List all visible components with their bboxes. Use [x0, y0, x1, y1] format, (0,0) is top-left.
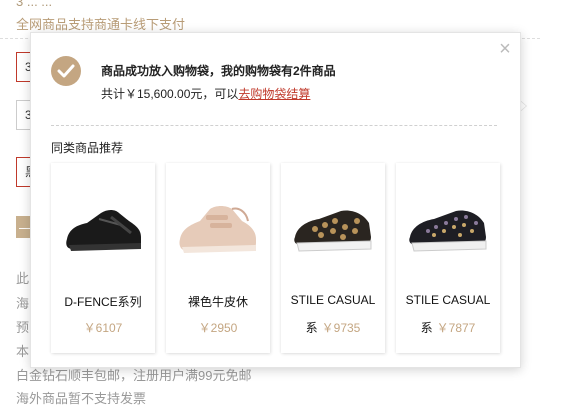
- payment-notice: 全网商品支持商通卡线下支付: [16, 17, 186, 32]
- success-check-icon: [51, 56, 81, 86]
- product-price: ￥7877: [436, 321, 476, 335]
- product-price: ￥9735: [321, 321, 361, 335]
- product-price: ￥2950: [198, 321, 238, 335]
- cart-total: 共计￥15,600.00元，可以去购物袋结算: [101, 85, 310, 102]
- sequin-slipon-image: [409, 210, 487, 252]
- product-name-continuation: 系: [305, 321, 318, 335]
- bg-info-line: 预: [16, 320, 30, 335]
- recommendation-list: D-FENCE系列 ￥6107 裸色牛皮休 ￥2950 STILE CASUAL…: [51, 163, 511, 353]
- product-card[interactable]: D-FENCE系列 ￥6107: [51, 163, 155, 353]
- black-sneaker-image: [66, 210, 141, 251]
- popup-divider: [51, 125, 497, 126]
- bg-info-line: 本: [16, 344, 30, 359]
- nude-sneaker-image: [179, 206, 256, 253]
- cart-total-text: 共计￥15,600.00元，可以: [101, 87, 239, 101]
- leopard-slipon-image: [294, 210, 372, 252]
- success-message: 商品成功放入购物袋，我的购物袋有2件商品: [101, 64, 336, 78]
- cart-added-popup: × 商品成功放入购物袋，我的购物袋有2件商品 共计￥15,600.00元，可以去…: [30, 32, 521, 368]
- close-icon[interactable]: ×: [495, 39, 515, 59]
- product-name: 裸色牛皮休: [187, 295, 248, 309]
- invoice-info: 海外商品暂不支持发票: [16, 391, 147, 406]
- product-name: STILE CASUAL: [290, 293, 376, 307]
- product-price: ￥6107: [83, 321, 123, 335]
- product-name: STILE CASUAL: [405, 293, 491, 307]
- bg-top-line: 3 ... ...: [16, 0, 53, 9]
- product-card[interactable]: 裸色牛皮休 ￥2950: [166, 163, 270, 353]
- product-name: D-FENCE系列: [64, 295, 142, 309]
- bg-info-line: 此: [16, 271, 30, 286]
- recommendations-title: 同类商品推荐: [51, 141, 124, 155]
- product-card[interactable]: STILE CASUAL 系 ￥7877: [396, 163, 500, 353]
- bg-info-line: 海: [16, 296, 30, 311]
- product-name-continuation: 系: [420, 321, 433, 335]
- product-card[interactable]: STILE CASUAL 系 ￥9735: [281, 163, 385, 353]
- checkout-link[interactable]: 去购物袋结算: [238, 87, 310, 101]
